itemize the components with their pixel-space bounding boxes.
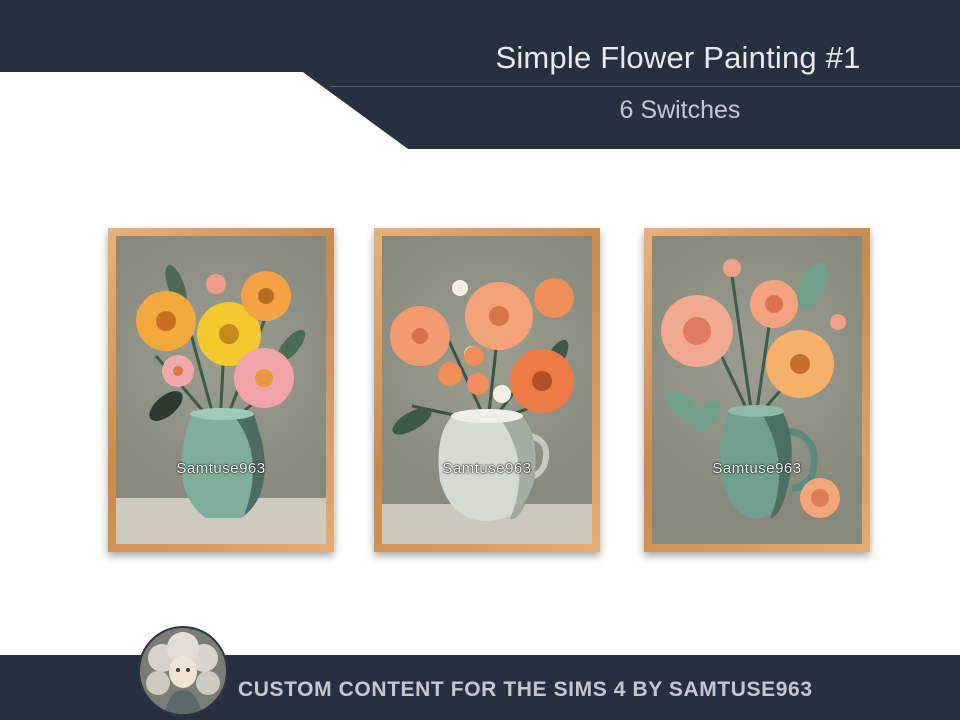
painting-canvas-3: Samtuse963	[652, 236, 862, 544]
watermark-text: Samtuse963	[712, 460, 802, 477]
painting-frame-1: Samtuse963	[108, 228, 334, 552]
watermark-text: Samtuse963	[442, 460, 532, 477]
page-subtitle: 6 Switches	[619, 96, 741, 124]
doll-portrait-icon	[140, 628, 226, 714]
creator-avatar	[138, 626, 228, 716]
painting-canvas-1: Samtuse963	[116, 236, 326, 544]
page-title: Simple Flower Painting #1	[495, 40, 861, 75]
flower-vase-illustration-3	[661, 259, 846, 518]
painting-frame-2: Samtuse963	[374, 228, 600, 552]
flower-vase-illustration-2	[382, 278, 592, 544]
painting-frame-3: Samtuse963	[644, 228, 870, 552]
watermark-text: Samtuse963	[176, 460, 266, 477]
header-divider	[330, 86, 960, 87]
flower-vase-illustration-1	[116, 265, 326, 544]
footer-credit: CUSTOM CONTENT FOR THE SIMS 4 BY SAMTUSE…	[238, 678, 813, 701]
painting-canvas-2: Samtuse963	[382, 236, 592, 544]
